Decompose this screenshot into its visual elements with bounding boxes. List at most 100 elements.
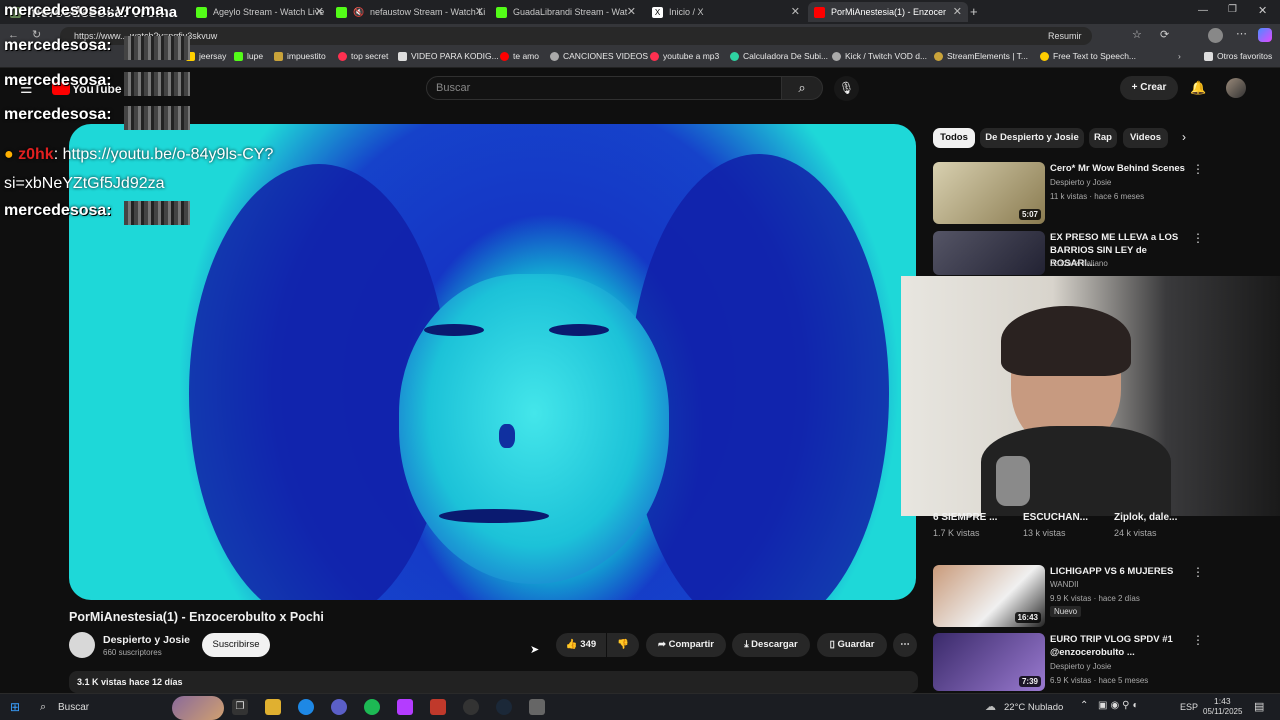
browser-tab[interactable]: 🔇 nefaustow Stream - Watch Li ✕	[330, 2, 490, 22]
bookmark-item[interactable]: VIDEO PARA KODIG...	[398, 51, 499, 61]
description-box[interactable]: 3.1 K vistas hace 12 días	[69, 671, 918, 693]
chevron-right-icon[interactable]: ›	[1182, 130, 1186, 144]
share-button[interactable]: ➦ Compartir	[646, 633, 726, 657]
close-icon[interactable]: ✕	[475, 5, 484, 18]
more-icon[interactable]: ⋯	[1236, 27, 1247, 40]
dislike-button[interactable]: 👎	[607, 633, 639, 657]
close-icon[interactable]: ✕	[627, 5, 636, 18]
taskbar-widget-image[interactable]	[172, 696, 224, 720]
rec-channel[interactable]: Despierto y Josie	[1050, 178, 1111, 187]
more-actions-button[interactable]: ⋯	[893, 633, 917, 657]
browser-tab[interactable]: X Inicio / X ✕	[646, 2, 806, 22]
notification-icon[interactable]: ▤	[1254, 700, 1264, 713]
close-icon[interactable]: ✕	[791, 5, 800, 18]
create-button[interactable]: + Crear	[1120, 76, 1178, 100]
minimize-icon[interactable]: —	[1198, 5, 1208, 16]
avatar[interactable]	[1226, 78, 1246, 98]
tray-icons[interactable]: ▣◉⚲◐	[1098, 700, 1142, 711]
video-frame-eye	[549, 324, 609, 336]
browser-tab-active[interactable]: PorMiAnestesia(1) - Enzocer ✕	[808, 2, 968, 22]
short-meta: 24 k vistas	[1114, 528, 1157, 538]
new-badge: Nuevo	[1050, 606, 1082, 617]
subscribe-button[interactable]: Suscribirse	[202, 633, 270, 657]
bookmark-item[interactable]: Calculadora De Subi...	[730, 51, 828, 61]
windows-start-icon[interactable]: ⊞	[10, 700, 20, 714]
spotify-icon[interactable]	[364, 699, 380, 715]
maximize-icon[interactable]: ❐	[1228, 4, 1237, 15]
new-tab-icon[interactable]: +	[970, 4, 978, 19]
task-view-icon[interactable]: ❐	[232, 699, 248, 715]
rec-channel[interactable]: Zazza el italiano	[1050, 259, 1108, 268]
bookmark-item[interactable]: StreamElements | T...	[934, 51, 1028, 61]
chat-link-text: : https://youtu.be/o-84y9ls-CY?	[53, 146, 274, 163]
bell-icon[interactable]: 🔔	[1190, 80, 1206, 96]
channel-avatar[interactable]	[69, 632, 95, 658]
rec-channel[interactable]: WANDII	[1050, 580, 1079, 589]
chevron-right-icon[interactable]: ›	[1178, 51, 1181, 61]
rec-title[interactable]: EURO TRIP VLOG SPDV #1 @enzocerobulto ..…	[1050, 633, 1185, 659]
extensions-icon[interactable]: ⟳	[1160, 28, 1169, 41]
search-icon[interactable]: ⌕	[781, 76, 823, 100]
copilot-icon[interactable]	[1258, 28, 1272, 42]
chat-username: mercedesosa:	[4, 37, 112, 54]
bookmark-item[interactable]: te amo	[500, 51, 539, 61]
short-title[interactable]: 6 SIEMPRE ...	[933, 512, 997, 523]
search-icon[interactable]: ⌕	[40, 701, 46, 714]
more-vert-icon[interactable]: ⋮	[1192, 633, 1204, 647]
duration-badge: 16:43	[1014, 612, 1041, 623]
chevron-up-icon[interactable]: ⌃	[1080, 700, 1088, 711]
chip-rap[interactable]: Rap	[1089, 128, 1117, 148]
star-icon[interactable]: ☆	[1132, 28, 1142, 41]
rec-thumbnail[interactable]: 16:43	[933, 565, 1045, 627]
browser-tab[interactable]: GuadaLibrandi Stream - Wat ✕	[490, 2, 642, 22]
discord-icon[interactable]	[331, 699, 347, 715]
chip-todos[interactable]: Todos	[933, 128, 975, 148]
bookmark-item[interactable]: CANCIONES VIDEOS	[550, 51, 648, 61]
video-frame-nose	[499, 424, 515, 448]
profile-icon[interactable]	[1208, 28, 1223, 43]
thumbs-up-icon: 👍	[565, 639, 581, 650]
mic-icon[interactable]: 🎙	[834, 76, 859, 101]
file-explorer-icon[interactable]	[265, 699, 281, 715]
short-title[interactable]: Ziplok, dale...	[1114, 512, 1177, 523]
weather-text[interactable]: 22°C Nublado	[1004, 702, 1063, 713]
taskbar-search[interactable]: Buscar	[58, 702, 89, 713]
rec-title[interactable]: Cero* Mr Wow Behind Scenes	[1050, 162, 1185, 175]
bookmark-folder[interactable]: Otros favoritos	[1204, 51, 1272, 61]
search-input[interactable]: Buscar	[426, 76, 782, 100]
canva-icon[interactable]	[397, 699, 413, 715]
webcam-overlay	[901, 276, 1280, 516]
steam-icon[interactable]	[496, 699, 512, 715]
bookmark-item[interactable]: Kick / Twitch VOD d...	[832, 51, 927, 61]
clock-time[interactable]: 1:43	[1214, 696, 1231, 706]
language-indicator[interactable]: ESP	[1180, 702, 1198, 712]
rec-thumbnail[interactable]: 5:07	[933, 162, 1045, 224]
rec-channel[interactable]: Despierto y Josie	[1050, 662, 1111, 671]
bookmark-item[interactable]: Free Text to Speech...	[1040, 51, 1136, 61]
chip-videos[interactable]: Videos	[1123, 128, 1168, 148]
bookmark-item[interactable]: top secret	[338, 51, 388, 61]
like-button[interactable]: 👍 349	[556, 633, 606, 657]
channel-name[interactable]: Despierto y Josie	[103, 634, 190, 646]
more-vert-icon[interactable]: ⋮	[1192, 565, 1204, 579]
app-icon[interactable]	[430, 699, 446, 715]
window-close-icon[interactable]: ✕	[1258, 4, 1267, 17]
edge-icon[interactable]	[298, 699, 314, 715]
app-icon[interactable]	[529, 699, 545, 715]
chat-message: ● z0hk: https://youtu.be/o-84y9ls-CY? si…	[4, 140, 344, 198]
chip-channel[interactable]: De Despierto y Josie	[980, 128, 1084, 148]
clock-date[interactable]: 05/11/2025	[1203, 707, 1242, 716]
rec-title[interactable]: LICHIGAPP VS 6 MUJERES	[1050, 565, 1185, 578]
resumir-button[interactable]: Resumir	[1048, 31, 1082, 41]
rec-thumbnail[interactable]: 7:39	[933, 633, 1045, 691]
obs-icon[interactable]	[463, 699, 479, 715]
share-label: Compartir	[668, 639, 714, 650]
more-vert-icon[interactable]: ⋮	[1192, 231, 1204, 245]
close-icon[interactable]: ✕	[953, 5, 962, 18]
short-title[interactable]: ESCUCHAN...	[1023, 512, 1088, 523]
rec-thumbnail[interactable]	[933, 231, 1045, 275]
more-vert-icon[interactable]: ⋮	[1192, 162, 1204, 176]
bookmark-item[interactable]: youtube a mp3	[650, 51, 719, 61]
save-button[interactable]: ▯ Guardar	[817, 633, 887, 657]
download-button[interactable]: ⤓ Descargar	[732, 633, 810, 657]
